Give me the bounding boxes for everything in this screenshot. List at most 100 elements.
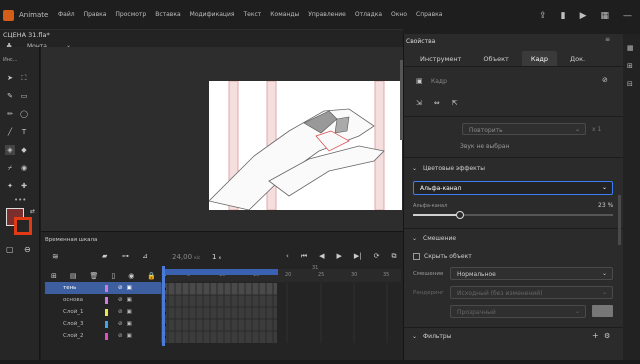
bone-tool-icon[interactable]: ✚: [19, 181, 29, 191]
menu-item-insert[interactable]: Вставка: [155, 11, 180, 18]
eyedropper-icon[interactable]: ⌿: [5, 163, 15, 173]
menu-item-file[interactable]: Файл: [58, 11, 75, 18]
line-tool-icon[interactable]: ╱: [5, 127, 15, 137]
menu-item-commands[interactable]: Команды: [270, 11, 299, 18]
eye-icon[interactable]: ⊘: [118, 297, 123, 303]
layer-row[interactable]: основа ⊘ ▣: [45, 294, 161, 306]
panel-menu-icon[interactable]: ≡: [605, 36, 610, 43]
menu-item-debug[interactable]: Отладка: [355, 11, 382, 18]
lock-icon[interactable]: ▣: [127, 285, 132, 291]
delete-layer-icon[interactable]: 🗑: [90, 272, 99, 280]
blend-select[interactable]: Нормальное ⌄: [450, 267, 613, 280]
play-timeline-icon[interactable]: ▶: [337, 252, 342, 261]
align-icon[interactable]: ⊞: [627, 62, 634, 70]
eye-icon[interactable]: ⊘: [118, 321, 123, 327]
scene-name[interactable]: СЦЕНА 31.fla*: [3, 31, 50, 39]
share-icon[interactable]: ⇪: [539, 11, 547, 21]
alpha-value[interactable]: 23 %: [598, 202, 613, 209]
rectangle-tool-icon[interactable]: ▭: [19, 91, 29, 101]
paint-bucket-icon[interactable]: ◈: [5, 145, 15, 155]
frame-name-field[interactable]: Кадр: [431, 78, 447, 85]
repeat-select[interactable]: Повторить ⌄: [462, 123, 586, 135]
selection-tool-icon[interactable]: ➤: [5, 73, 15, 83]
chevron-down-icon[interactable]: ⌄: [412, 333, 417, 340]
loop-icon[interactable]: ⟳: [374, 252, 380, 261]
tab-frame[interactable]: Кадр: [521, 51, 558, 67]
eye-icon[interactable]: ⊘: [118, 309, 123, 315]
selected-frame-range[interactable]: [162, 269, 278, 275]
menu-item-window[interactable]: Окно: [391, 11, 407, 18]
add-filter-icon[interactable]: +: [592, 331, 599, 340]
layer-row[interactable]: Слой_1 ⊘ ▣: [45, 306, 161, 318]
lock-icon[interactable]: ▣: [127, 321, 132, 327]
eye-icon[interactable]: ⊘: [118, 333, 123, 339]
classic-tween-icon[interactable]: ⇱: [452, 99, 458, 107]
pin-icon[interactable]: ✦: [5, 181, 15, 191]
color-effects-header[interactable]: Цветовые эффекты: [423, 165, 485, 172]
graph-icon[interactable]: ⊿: [142, 252, 148, 260]
swap-colors-icon[interactable]: ⇄: [30, 208, 35, 215]
chevron-down-icon[interactable]: ⌄: [412, 235, 417, 242]
menu-item-control[interactable]: Управление: [308, 11, 346, 18]
brush-tool-icon[interactable]: ✎: [5, 91, 15, 101]
blending-header[interactable]: Смешение: [423, 235, 456, 242]
tab-object[interactable]: Объект: [474, 51, 517, 67]
hide-object-checkbox[interactable]: [413, 253, 420, 260]
text-tool-icon[interactable]: T: [19, 127, 29, 137]
fps-value[interactable]: 24,00 к/с: [172, 253, 200, 261]
color-effect-select[interactable]: Альфа-канал ⌄: [413, 181, 613, 195]
test-movie-icon[interactable]: ▮: [561, 11, 566, 21]
eye-icon[interactable]: ◉: [128, 272, 134, 280]
oval-tool-icon[interactable]: ◯: [19, 109, 29, 119]
frame-grid[interactable]: [161, 283, 401, 360]
more-tools-icon[interactable]: •••: [14, 196, 26, 204]
parenting-icon[interactable]: ⊶: [122, 252, 129, 260]
chevron-down-icon[interactable]: ⌄: [412, 165, 417, 172]
next-frame-icon[interactable]: ▶|: [354, 252, 362, 261]
pencil-tool-icon[interactable]: ✏: [5, 109, 15, 119]
free-transform-icon[interactable]: ⛶: [19, 73, 29, 83]
minimize-icon[interactable]: —: [623, 11, 632, 21]
tab-tool[interactable]: Инструмент: [411, 51, 470, 67]
link-icon[interactable]: ⊘: [602, 76, 608, 84]
camera-tool-icon[interactable]: ◉: [19, 163, 29, 173]
library-icon[interactable]: ▦: [627, 44, 634, 52]
menu-item-modify[interactable]: Модификация: [190, 11, 235, 18]
menu-item-edit[interactable]: Правка: [84, 11, 107, 18]
lock-icon[interactable]: ▣: [127, 297, 132, 303]
layers-icon[interactable]: ≋: [52, 252, 59, 261]
fill-color-swatch[interactable]: [14, 217, 32, 235]
alpha-slider-knob[interactable]: [456, 211, 464, 219]
eraser-tool-icon[interactable]: ◆: [19, 145, 29, 155]
lock-icon[interactable]: ▣: [127, 333, 132, 339]
new-folder-icon[interactable]: ▤: [70, 272, 77, 280]
alpha-slider[interactable]: [413, 214, 613, 216]
transparent-select[interactable]: Прозрачный ⌄: [450, 305, 586, 318]
camera-icon[interactable]: ▰: [102, 252, 107, 260]
shape-tween-icon[interactable]: ⇔: [434, 99, 440, 107]
menu-item-help[interactable]: Справка: [416, 11, 442, 18]
object-drawing-icon[interactable]: ▢: [6, 245, 14, 254]
lock-icon[interactable]: 🔒: [147, 272, 156, 280]
layer-row[interactable]: Слой_3 ⊘ ▣: [45, 318, 161, 330]
stage-canvas[interactable]: [209, 81, 402, 210]
playhead[interactable]: [162, 266, 165, 346]
render-select[interactable]: Исходный (без изменений) ⌄: [450, 286, 613, 299]
eye-icon[interactable]: ⊘: [118, 285, 123, 291]
menu-item-text[interactable]: Текст: [243, 11, 261, 18]
outline-icon[interactable]: ▯: [111, 272, 115, 280]
background-color-swatch[interactable]: [592, 305, 613, 317]
chevron-left-icon[interactable]: ‹: [286, 252, 289, 261]
step-back-icon[interactable]: ⏮: [301, 252, 307, 261]
menu-item-view[interactable]: Просмотр: [115, 11, 146, 18]
new-layer-icon[interactable]: ⊞: [51, 272, 57, 280]
lock-icon[interactable]: ▣: [127, 309, 132, 315]
current-frame[interactable]: 1 к: [212, 253, 221, 261]
layer-row[interactable]: тень ⊘ ▣: [45, 282, 161, 294]
gear-icon[interactable]: ⚙: [604, 332, 610, 340]
workspace-icon[interactable]: ▦: [600, 11, 609, 21]
tab-doc[interactable]: Док.: [561, 51, 594, 67]
layer-row[interactable]: Слой_2 ⊘ ▣: [45, 330, 161, 342]
tween-icon[interactable]: ⇲: [416, 99, 422, 107]
properties-scrollbar[interactable]: [618, 195, 621, 245]
